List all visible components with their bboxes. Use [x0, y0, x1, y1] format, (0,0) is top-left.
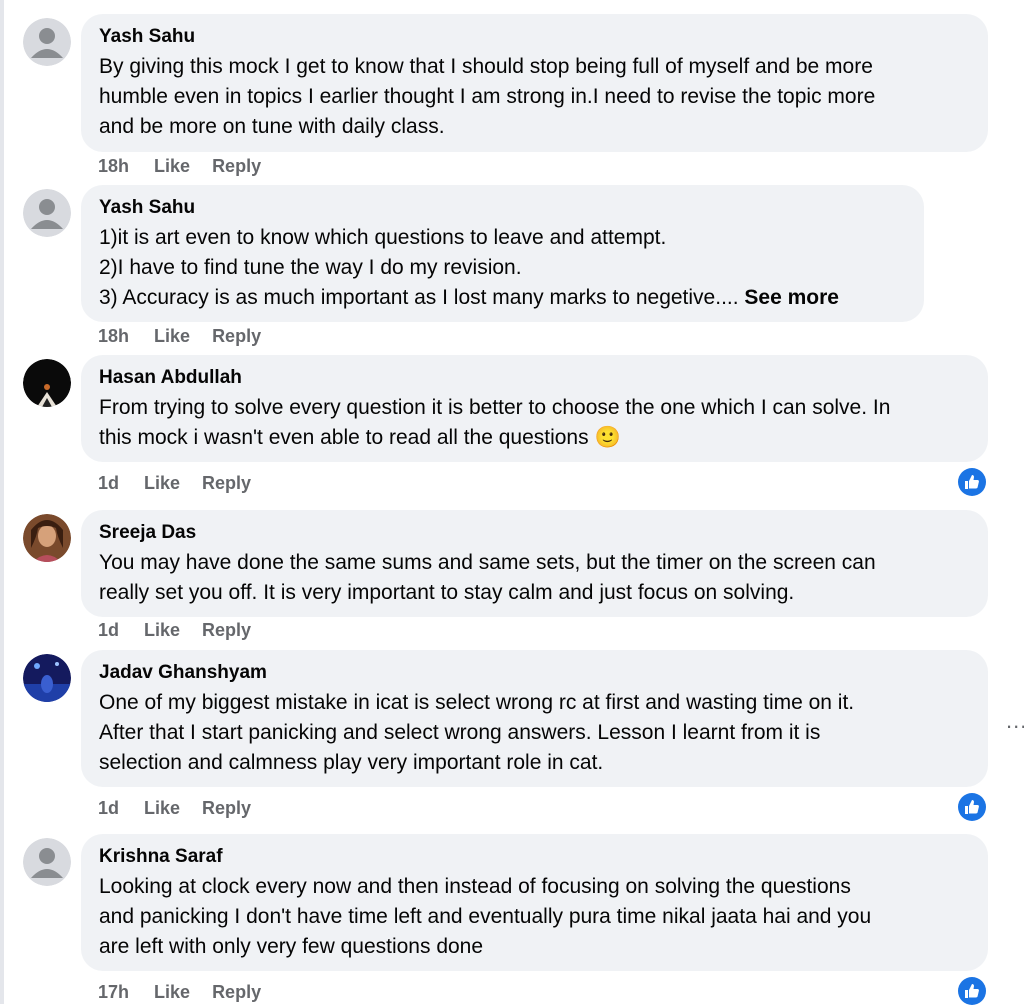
comment-text: You may have done the same sums and same… [99, 551, 876, 604]
comment-bubble: Yash Sahu By giving this mock I get to k… [81, 14, 988, 152]
comment-actions: 17h Like Reply [98, 982, 261, 1003]
thread-line [0, 0, 4, 1004]
comment-bubble: Hasan Abdullah From trying to solve ever… [81, 355, 988, 462]
author-name[interactable]: Jadav Ghanshyam [99, 662, 970, 684]
comment-text: 1)it is art even to know which questions… [99, 226, 839, 309]
comment-actions: 1d Like Reply [98, 798, 251, 819]
like-reaction-icon[interactable] [958, 468, 986, 496]
like-reaction-icon[interactable] [958, 977, 986, 1005]
timestamp[interactable]: 1d [98, 473, 119, 494]
like-button[interactable]: Like [154, 982, 190, 1003]
like-reaction-icon[interactable] [958, 793, 986, 821]
comment-text: Looking at clock every now and then inst… [99, 875, 872, 958]
default-avatar-icon[interactable] [23, 189, 71, 237]
timestamp[interactable]: 18h [98, 156, 129, 177]
like-button[interactable]: Like [154, 156, 190, 177]
profile-photo[interactable] [23, 359, 71, 407]
reply-button[interactable]: Reply [212, 156, 261, 177]
timestamp[interactable]: 17h [98, 982, 129, 1003]
reply-button[interactable]: Reply [202, 798, 251, 819]
default-avatar-icon[interactable] [23, 838, 71, 886]
like-button[interactable]: Like [144, 798, 180, 819]
author-name[interactable]: Sreeja Das [99, 522, 970, 544]
comment-text: By giving this mock I get to know that I… [99, 55, 876, 138]
comment-actions: 1d Like Reply [98, 620, 251, 641]
comment-bubble: Yash Sahu 1)it is art even to know which… [81, 185, 924, 322]
see-more-link[interactable]: See more [744, 286, 839, 309]
comment-text: One of my biggest mistake in icat is sel… [99, 691, 855, 774]
author-name[interactable]: Yash Sahu [99, 197, 906, 219]
default-avatar-icon[interactable] [23, 18, 71, 66]
author-name[interactable]: Hasan Abdullah [99, 367, 970, 389]
comment-bubble: Jadav Ghanshyam One of my biggest mistak… [81, 650, 988, 787]
comment-actions: 18h Like Reply [98, 156, 261, 177]
reply-button[interactable]: Reply [212, 982, 261, 1003]
comment-actions: 1d Like Reply [98, 473, 251, 494]
more-options-icon[interactable]: ... [1006, 708, 1024, 734]
smile-emoji-icon: 🙂 [594, 426, 621, 449]
timestamp[interactable]: 18h [98, 326, 129, 347]
like-button[interactable]: Like [154, 326, 190, 347]
profile-photo[interactable] [23, 514, 71, 562]
like-button[interactable]: Like [144, 620, 180, 641]
profile-photo[interactable] [23, 654, 71, 702]
author-name[interactable]: Yash Sahu [99, 26, 970, 48]
comment-bubble: Sreeja Das You may have done the same su… [81, 510, 988, 617]
comment-actions: 18h Like Reply [98, 326, 261, 347]
reply-button[interactable]: Reply [202, 473, 251, 494]
reply-button[interactable]: Reply [212, 326, 261, 347]
like-button[interactable]: Like [144, 473, 180, 494]
comment-text: From trying to solve every question it i… [99, 396, 891, 449]
author-name[interactable]: Krishna Saraf [99, 846, 970, 868]
comment-bubble: Krishna Saraf Looking at clock every now… [81, 834, 988, 971]
reply-button[interactable]: Reply [202, 620, 251, 641]
timestamp[interactable]: 1d [98, 620, 119, 641]
timestamp[interactable]: 1d [98, 798, 119, 819]
